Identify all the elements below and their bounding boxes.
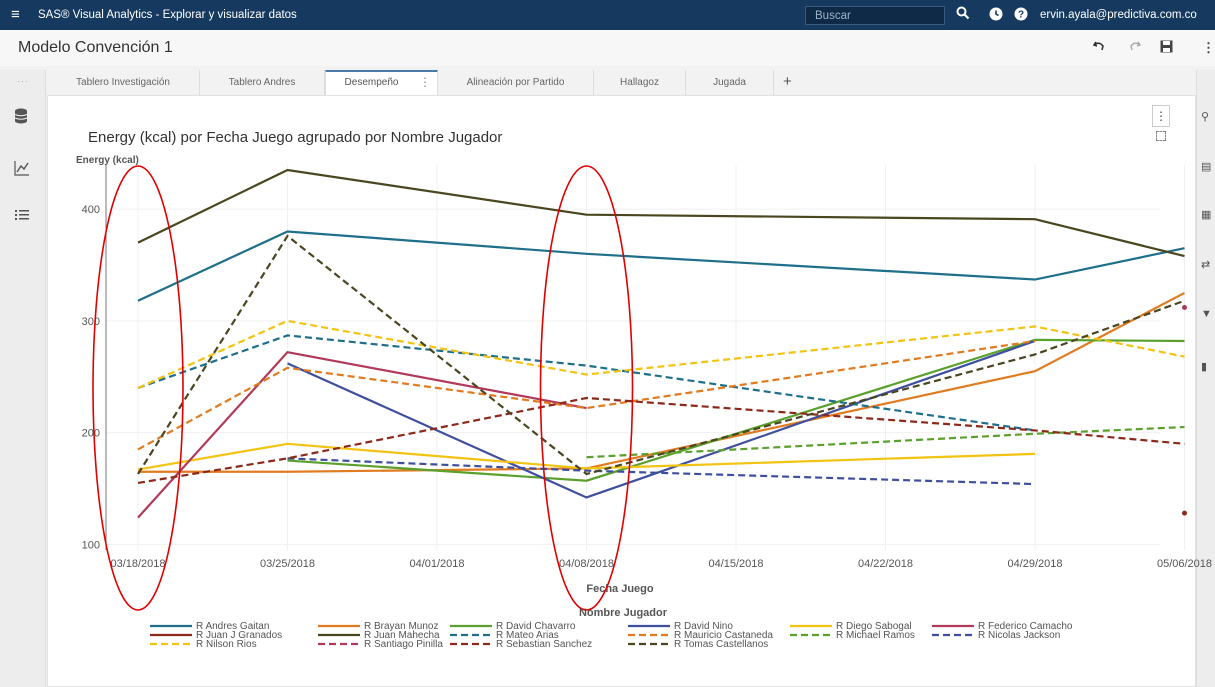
legend-label: R Nilson Rios — [196, 639, 257, 650]
legend-label: R Sebastian Sanchez — [496, 639, 592, 650]
legend-label: R Tomas Castellanos — [674, 639, 768, 650]
x-tick-label: 04/29/2018 — [1007, 558, 1062, 570]
y-tick-label: 300 — [82, 316, 100, 328]
x-tick-label: 03/18/2018 — [110, 558, 165, 570]
legend-label: R Nicolas Jackson — [978, 630, 1060, 641]
legend-title: Nombre Jugador — [579, 607, 668, 619]
y-tick-label: 200 — [82, 428, 100, 440]
series-line — [287, 339, 1036, 499]
x-tick-label: 03/25/2018 — [260, 558, 315, 570]
data-point — [1182, 510, 1187, 516]
x-tick-label: 04/15/2018 — [708, 558, 763, 570]
y-tick-label: 100 — [82, 539, 100, 551]
legend-label: R Santiago Pinilla — [364, 639, 443, 650]
y-axis-title: Energy (kcal) — [76, 155, 139, 166]
legend-label: R Michael Ramos — [836, 630, 915, 641]
series-line — [137, 396, 1185, 485]
x-tick-label: 04/22/2018 — [858, 558, 913, 570]
x-tick-label: 04/08/2018 — [559, 558, 614, 570]
y-tick-label: 400 — [82, 204, 100, 216]
x-tick-label: 05/06/2018 — [1157, 558, 1212, 570]
line-chart: Energy (kcal) 100 200 300 400 03/18/2018 03/25… — [76, 155, 1212, 650]
x-tick-label: 04/01/2018 — [409, 558, 464, 570]
series-line — [137, 234, 1185, 476]
data-point — [1182, 304, 1187, 310]
x-axis-title: Fecha Juego — [586, 583, 654, 595]
